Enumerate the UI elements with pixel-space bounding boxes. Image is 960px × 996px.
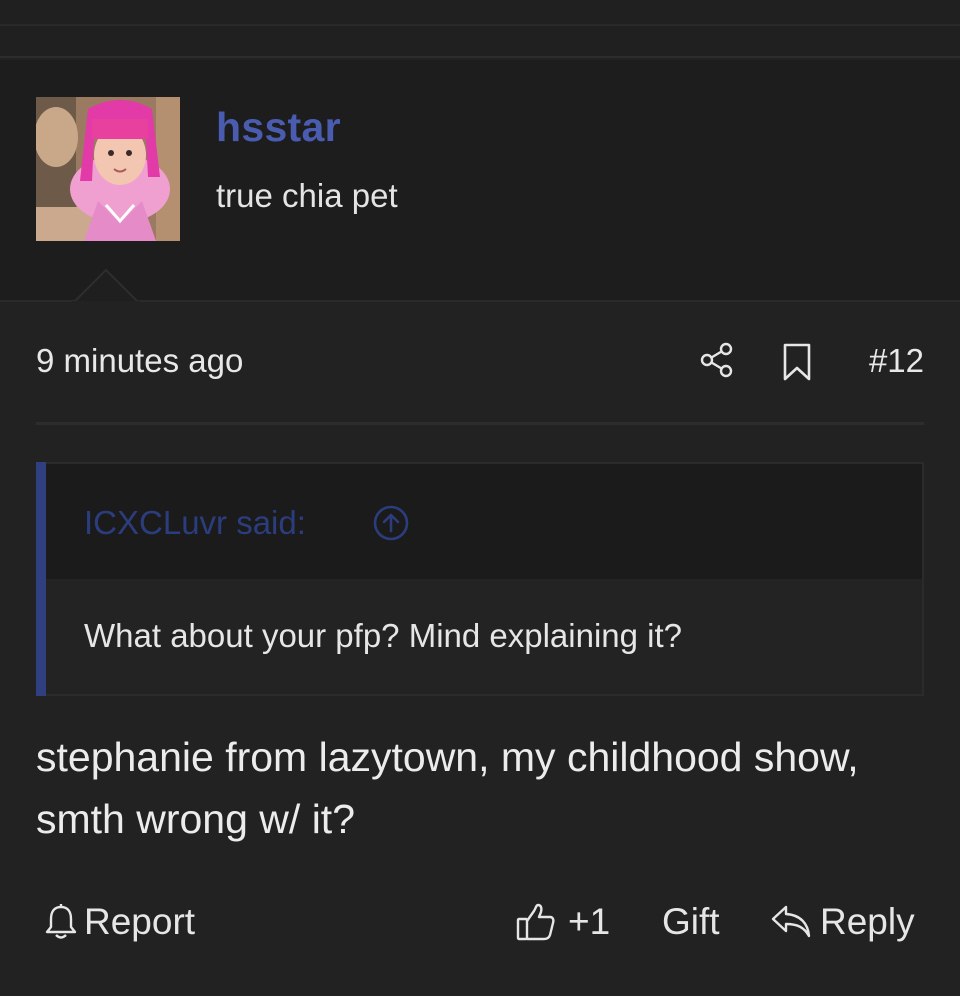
- reply-arrow-icon: [770, 904, 820, 940]
- quote-accent-bar: [36, 462, 46, 696]
- report-label: Report: [84, 901, 196, 942]
- user-title: true chia pet: [216, 177, 398, 214]
- quote-header: ICXCLuvr said:: [46, 464, 922, 579]
- post-actions: Report +1 Gift Reply: [36, 892, 924, 952]
- username[interactable]: hsstar: [216, 104, 341, 151]
- thumbs-up-icon: [516, 902, 568, 942]
- quote-text: What about your pfp? Mind explaining it?: [84, 617, 683, 654]
- like-button[interactable]: +1: [516, 892, 610, 952]
- reply-button[interactable]: Reply: [770, 892, 915, 952]
- divider: [0, 24, 960, 26]
- quote-block: ICXCLuvr said: What about your pfp? Mind…: [36, 462, 924, 696]
- quote-author[interactable]: ICXCLuvr said:: [84, 504, 306, 542]
- bookmark-icon[interactable]: [781, 342, 813, 382]
- gift-label: Gift: [662, 901, 720, 942]
- user-info-block: hsstar true chia pet: [0, 60, 960, 302]
- avatar-image: [36, 97, 180, 241]
- report-button[interactable]: Report: [44, 892, 195, 952]
- arrow-up-circle-icon[interactable]: [372, 504, 410, 542]
- bell-icon: [44, 903, 84, 941]
- post-number-link[interactable]: #12: [869, 342, 924, 380]
- top-strip: [0, 0, 960, 58]
- user-block-pointer: [72, 268, 140, 304]
- post-meta-row: 9 minutes ago #12: [36, 336, 924, 392]
- like-count: +1: [568, 901, 611, 942]
- gift-button[interactable]: Gift: [662, 892, 720, 952]
- post-timestamp[interactable]: 9 minutes ago: [36, 342, 243, 380]
- reply-label: Reply: [820, 901, 915, 942]
- avatar[interactable]: [36, 97, 180, 241]
- quote-body: What about your pfp? Mind explaining it?: [46, 579, 922, 694]
- post-message: stephanie from lazytown, my childhood sh…: [36, 734, 859, 842]
- forum-post-page: hsstar true chia pet 9 minutes ago #12 I…: [0, 0, 960, 996]
- share-icon[interactable]: [699, 342, 735, 378]
- divider: [36, 422, 924, 425]
